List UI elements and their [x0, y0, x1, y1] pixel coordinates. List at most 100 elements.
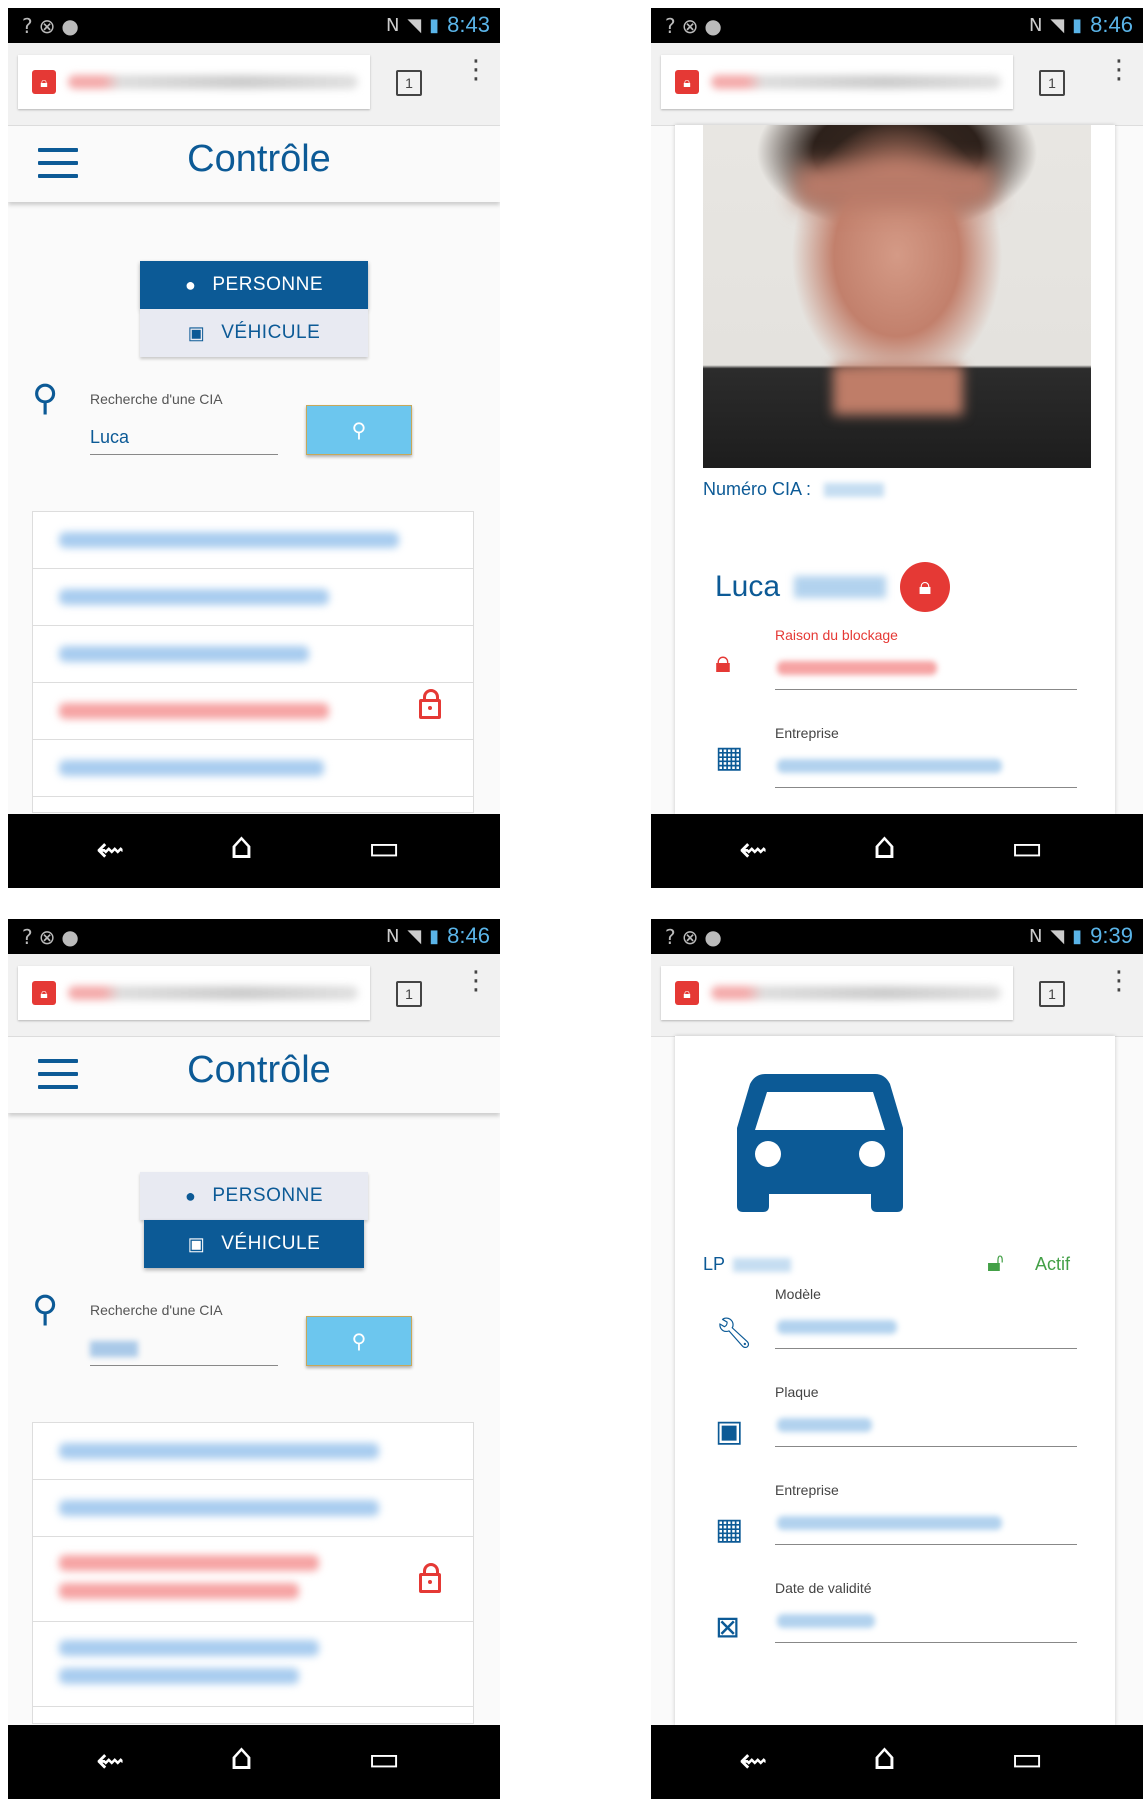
car-small-icon: ▣	[715, 1414, 744, 1449]
cia-label-text: Numéro CIA :	[703, 479, 812, 499]
company-field: Entreprise	[775, 1482, 1077, 1545]
list-item[interactable]	[33, 1480, 473, 1537]
search-type-toggle: ● PERSONNE ▣ VÉHICULE	[140, 261, 368, 357]
results-list	[32, 511, 474, 813]
search-icon: ⚲	[32, 378, 59, 419]
company-label: Entreprise	[775, 725, 839, 741]
browser-menu-button[interactable]: ⋮	[1106, 968, 1132, 994]
url-text-redacted	[711, 75, 1001, 89]
person-last-name-redacted	[794, 576, 887, 598]
status-time: 9:39	[1090, 923, 1133, 948]
back-icon[interactable]: ⇜	[739, 1741, 768, 1781]
search-button[interactable]: ⚲	[306, 405, 412, 455]
insecure-lock-icon: 🔒︎	[675, 981, 699, 1005]
url-field[interactable]: 🔒︎	[18, 966, 370, 1020]
segment-vehicle-button[interactable]: ▣ VÉHICULE	[144, 1220, 364, 1268]
model-value	[775, 1308, 1077, 1349]
browser-url-bar: 🔒︎ 1 ⋮	[8, 43, 500, 126]
home-icon[interactable]: ⌂	[873, 1737, 896, 1778]
browser-menu-button[interactable]: ⋮	[1106, 57, 1132, 83]
url-field[interactable]: 🔒︎	[661, 966, 1013, 1020]
search-value-redacted	[90, 1341, 138, 1358]
status-left-icons: ?⊗●	[665, 925, 728, 949]
phone-screen-person-detail: ?⊗● N ◥ ▮ 8:46 🔒︎ 1 ⋮ Numéro CIA : Luca …	[651, 8, 1143, 888]
status-left-icons: ?⊗●	[665, 14, 728, 38]
list-item[interactable]	[33, 1622, 473, 1707]
page-title: Contrôle	[187, 138, 331, 180]
phone-screen-vehicle-detail: ?⊗● N ◥ ▮ 9:39 🔒︎ 1 ⋮ LP 🔓︎ Actif 🔧︎ Mod…	[651, 919, 1143, 1799]
segment-person-label: PERSONNE	[212, 1185, 323, 1206]
lock-icon: 🔒︎	[715, 645, 731, 680]
home-icon[interactable]: ⌂	[873, 826, 896, 867]
tab-switcher-button[interactable]: 1	[396, 981, 422, 1007]
url-field[interactable]: 🔒︎	[18, 55, 370, 109]
search-field-label: Recherche d'une CIA	[90, 1302, 223, 1318]
browser-menu-button[interactable]: ⋮	[463, 968, 489, 994]
list-item[interactable]	[33, 1537, 473, 1622]
page-title: Contrôle	[187, 1049, 331, 1091]
plate-number-redacted	[733, 1257, 792, 1272]
search-button[interactable]: ⚲	[306, 1316, 412, 1366]
car-icon: ▣	[187, 322, 206, 343]
list-item[interactable]	[33, 1423, 473, 1480]
validity-date-field: Date de validité	[775, 1580, 1077, 1643]
search-field-label: Recherche d'une CIA	[90, 391, 223, 407]
recents-icon[interactable]: ▭	[368, 1739, 400, 1779]
segment-person-button[interactable]: ● PERSONNE	[140, 1172, 368, 1220]
insecure-lock-icon: 🔒︎	[675, 70, 699, 94]
segment-vehicle-button[interactable]: ▣ VÉHICULE	[140, 309, 368, 357]
vehicle-detail-card: LP 🔓︎ Actif 🔧︎ Modèle ▣ Plaque ▦ Entrepr…	[675, 1036, 1115, 1726]
validity-date-value	[775, 1602, 1077, 1643]
list-item[interactable]	[33, 512, 473, 569]
company-label: Entreprise	[775, 1482, 839, 1498]
list-item[interactable]	[33, 683, 473, 740]
plate-value	[775, 1406, 1077, 1447]
nfc-icon: N	[1028, 925, 1043, 947]
status-time: 8:46	[447, 923, 490, 948]
back-icon[interactable]: ⇜	[739, 830, 768, 870]
company-field: Entreprise	[775, 725, 1077, 788]
recents-icon[interactable]: ▭	[1011, 1739, 1043, 1779]
url-field[interactable]: 🔒︎	[661, 55, 1013, 109]
browser-menu-button[interactable]: ⋮	[463, 57, 489, 83]
tab-switcher-button[interactable]: 1	[1039, 70, 1065, 96]
plate-field: Plaque	[775, 1384, 1077, 1447]
home-icon[interactable]: ⌂	[230, 1737, 253, 1778]
list-item[interactable]	[33, 740, 473, 797]
segment-person-button[interactable]: ● PERSONNE	[140, 261, 368, 309]
nfc-icon: N	[385, 14, 400, 36]
list-item[interactable]	[33, 569, 473, 626]
plate-header: LP	[703, 1254, 792, 1275]
tab-switcher-button[interactable]: 1	[396, 70, 422, 96]
back-icon[interactable]: ⇜	[96, 830, 125, 870]
plate-label: Plaque	[775, 1384, 819, 1400]
back-icon[interactable]: ⇜	[96, 1741, 125, 1781]
home-icon[interactable]: ⌂	[230, 826, 253, 867]
search-type-toggle: ● PERSONNE ▣ VÉHICULE	[140, 1172, 368, 1268]
model-field: Modèle	[775, 1286, 1077, 1349]
nfc-icon: N	[385, 925, 400, 947]
wifi-icon: ◥	[407, 14, 422, 36]
battery-icon: ▮	[1072, 14, 1083, 36]
recents-icon[interactable]: ▭	[1011, 828, 1043, 868]
company-value	[775, 747, 1077, 788]
wrench-icon: 🔧︎	[715, 1316, 754, 1351]
url-text-redacted	[68, 75, 358, 89]
status-bar: ?⊗● N ◥ ▮ 9:39	[651, 919, 1143, 954]
segment-vehicle-label: VÉHICULE	[221, 1233, 321, 1254]
tab-switcher-button[interactable]: 1	[1039, 981, 1065, 1007]
unlocked-icon: 🔓︎	[987, 1248, 1004, 1278]
status-right-icons: N ◥ ▮ 8:46	[386, 923, 490, 949]
list-item[interactable]	[33, 626, 473, 683]
results-list	[32, 1422, 474, 1724]
block-reason-value	[775, 649, 1077, 690]
segment-vehicle-label: VÉHICULE	[221, 322, 321, 343]
recents-icon[interactable]: ▭	[368, 828, 400, 868]
plate-prefix: LP	[703, 1254, 726, 1274]
status-right-icons: N ◥ ▮ 8:43	[386, 12, 490, 38]
status-active-label: Actif	[1035, 1254, 1071, 1274]
person-name: Luca 🔒︎	[715, 562, 951, 612]
search-input[interactable]: Luca	[90, 420, 278, 455]
status-right-icons: N ◥ ▮ 8:46	[1029, 12, 1133, 38]
search-input[interactable]	[90, 1331, 278, 1366]
